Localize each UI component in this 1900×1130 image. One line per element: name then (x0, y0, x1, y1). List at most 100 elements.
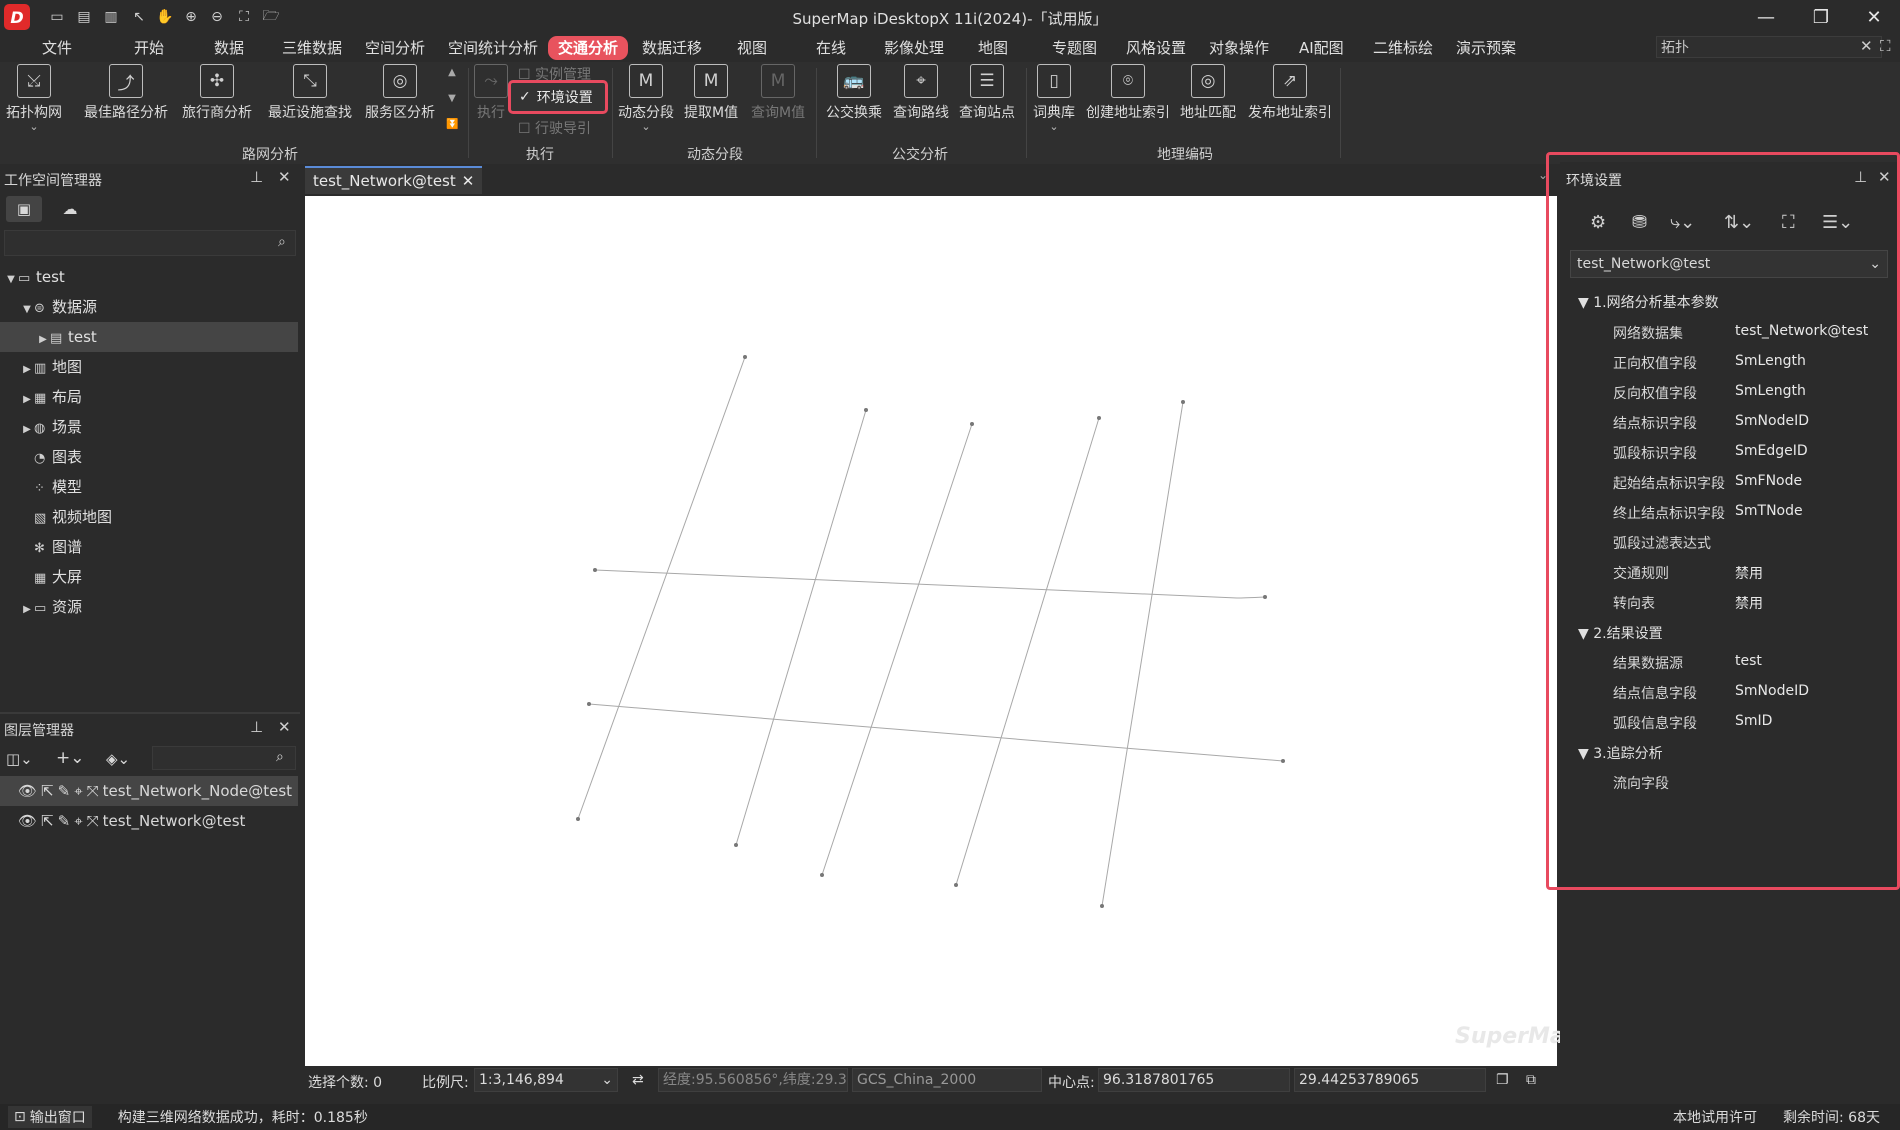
tree-item-dashboard[interactable]: ▦ 大屏 (0, 562, 298, 592)
network-node[interactable] (743, 355, 747, 359)
close-icon[interactable]: ✕ (278, 718, 291, 736)
minimize-icon[interactable]: — (1742, 2, 1790, 32)
tree-item-graph[interactable]: ✻ 图谱 (0, 532, 298, 562)
map-canvas[interactable]: SuperMap (305, 196, 1581, 1066)
driving-guide-check[interactable]: ☐ 行驶导引 (518, 118, 591, 138)
layer-style-icon[interactable]: ◫⌄ (6, 750, 33, 768)
menu-object-operations[interactable]: 对象操作 (1199, 36, 1279, 60)
workspace-search-input[interactable] (4, 230, 296, 256)
transit-transfer-button[interactable]: 🚌 公交换乘 (826, 64, 882, 122)
menu-ai-mapping[interactable]: AI配图 (1289, 36, 1354, 60)
menu-start[interactable]: 开始 (124, 36, 174, 60)
prop-value[interactable]: SmLength (1735, 383, 1806, 399)
collapse-arrow-icon[interactable]: ▼ (1578, 746, 1593, 762)
network-node[interactable] (1100, 904, 1104, 908)
pan-hand-icon[interactable]: ✋ (156, 8, 174, 26)
dynamic-segment-button[interactable]: M 动态分段 ⌄ (618, 64, 674, 132)
center-y-input[interactable]: 29.44253789065 (1294, 1068, 1486, 1092)
menu-data[interactable]: 数据 (204, 36, 254, 60)
restore-icon[interactable]: ❐ (1797, 2, 1845, 32)
save-icon[interactable]: ▤ (75, 8, 93, 26)
dataset-select[interactable]: test_Network@test ⌄ (1570, 250, 1888, 278)
close-window-icon[interactable]: ✕ (1850, 2, 1898, 32)
add-layer-icon[interactable]: +⌄ (56, 748, 85, 768)
prop-value[interactable]: test_Network@test (1735, 323, 1868, 339)
close-icon[interactable]: ✕ (278, 168, 291, 186)
prop-value[interactable]: 禁用 (1735, 563, 1763, 583)
network-node[interactable] (864, 408, 868, 412)
tree-item-scenes[interactable]: ▶ ◍ 场景 (0, 412, 298, 442)
expand-arrow-icon[interactable]: ▶ (20, 355, 34, 385)
full-extent-icon[interactable]: ⛶ (235, 8, 253, 26)
editable-pencil-icon[interactable]: ✎ (58, 782, 71, 800)
tree-item-datasources[interactable]: ▼ ⊜ 数据源 (0, 292, 298, 322)
menu-file[interactable]: 文件 (32, 36, 82, 60)
scale-select[interactable]: 1:3,146,894 ⌄ (474, 1068, 618, 1092)
network-node[interactable] (820, 873, 824, 877)
pin-icon[interactable]: ⊥ (250, 168, 263, 186)
route-icon[interactable]: ⤷⌄ (1670, 212, 1695, 233)
network-node[interactable] (734, 843, 738, 847)
prop-value[interactable]: SmLength (1735, 353, 1806, 369)
center-x-input[interactable]: 96.3187801765 (1098, 1068, 1290, 1092)
output-window-tab[interactable]: ⊡ 输出窗口 (8, 1106, 92, 1128)
tsp-button[interactable]: ✣ 旅行商分析 (182, 64, 252, 122)
query-stop-button[interactable]: ☰ 查询站点 (959, 64, 1015, 122)
network-node[interactable] (576, 817, 580, 821)
menu-data-migration[interactable]: 数据迁移 (632, 36, 712, 60)
menu-view[interactable]: 视图 (727, 36, 777, 60)
search-icon[interactable]: ⌕ (278, 234, 286, 250)
menu-image-processing[interactable]: 影像处理 (874, 36, 954, 60)
prop-value[interactable]: test (1735, 653, 1762, 669)
selectable-icon[interactable]: ⇱ (41, 782, 54, 800)
prop-value[interactable]: SmFNode (1735, 473, 1802, 489)
ribbon-scroll[interactable]: ▲ ▼ ⏬ (446, 60, 458, 142)
copy-icon[interactable]: ❐ (1496, 1072, 1509, 1088)
menu-traffic-analysis[interactable]: 交通分析 (548, 36, 629, 60)
traffic-light-icon[interactable]: ⛃ (1632, 212, 1647, 233)
search-clear-icon[interactable]: ✕ (1860, 37, 1873, 55)
network-node[interactable] (970, 422, 974, 426)
swap-icon[interactable]: ⇄ (632, 1072, 644, 1088)
environment-settings-check[interactable]: ✓ 环境设置 (508, 80, 608, 114)
menu-spatial-statistics[interactable]: 空间统计分析 (438, 36, 548, 60)
zoom-out-icon[interactable]: ⊖ (208, 8, 226, 26)
save-all-icon[interactable]: ▥ (102, 8, 120, 26)
editable-pencil-icon[interactable]: ✎ (58, 812, 71, 830)
close-tab-icon[interactable]: ✕ (462, 172, 475, 190)
dictionary-button[interactable]: ▯ 词典库 ⌄ (1033, 64, 1075, 132)
collapse-arrow-icon[interactable]: ▼ (1578, 626, 1593, 642)
network-node[interactable] (1097, 416, 1101, 420)
map-tab[interactable]: test_Network@test ✕ (305, 166, 483, 194)
expand-arrow-icon[interactable]: ▶ (20, 385, 34, 415)
network-node[interactable] (1281, 759, 1285, 763)
ribbon-search-input[interactable] (1656, 36, 1882, 58)
network-node[interactable] (954, 883, 958, 887)
create-address-index-button[interactable]: ⌾ 创建地址索引 (1086, 64, 1170, 122)
snap-icon[interactable]: ⌖ (74, 782, 82, 800)
tree-item-workspace[interactable]: ▼ ▭ test (0, 262, 298, 292)
fullscreen-icon[interactable]: ⛶ (1880, 37, 1891, 55)
execute-button[interactable]: ⤳ 执行 (474, 64, 508, 122)
network-node[interactable] (1263, 595, 1267, 599)
closest-facility-button[interactable]: ⤡ 最近设施查找 (268, 64, 352, 122)
publish-address-index-button[interactable]: ⇗ 发布地址索引 (1248, 64, 1332, 122)
menu-demo-plan[interactable]: 演示预案 (1446, 36, 1526, 60)
tree-item-models[interactable]: ⁘ 模型 (0, 472, 298, 502)
new-file-icon[interactable]: ▭ (48, 8, 66, 26)
prop-value[interactable]: SmTNode (1735, 503, 1803, 519)
tree-item-layouts[interactable]: ▶ ▦ 布局 (0, 382, 298, 412)
snap-icon[interactable]: ⌖ (74, 812, 82, 830)
prop-value[interactable]: 禁用 (1735, 593, 1763, 613)
tree-item-maps[interactable]: ▶ ▥ 地图 (0, 352, 298, 382)
expand-arrow-icon[interactable]: ▶ (20, 415, 34, 445)
layer-item[interactable]: 👁 ⇱ ✎ ⌖ ⤧ test_Network_Node@test (0, 776, 298, 806)
paste-icon[interactable]: ⧉ (1526, 1072, 1536, 1088)
layers-stack-icon[interactable]: ◈⌄ (106, 750, 130, 768)
tab-overflow-chevron-icon[interactable]: ⌄ (1538, 168, 1548, 182)
layer-item[interactable]: 👁 ⇱ ✎ ⌖ ⤧ test_Network@test (0, 806, 298, 836)
prop-value[interactable]: SmEdgeID (1735, 443, 1808, 459)
expand-arrow-icon[interactable]: ▼ (4, 265, 18, 295)
query-m-button[interactable]: M 查询M值 (751, 64, 805, 122)
address-match-button[interactable]: ◎ 地址匹配 (1180, 64, 1236, 122)
